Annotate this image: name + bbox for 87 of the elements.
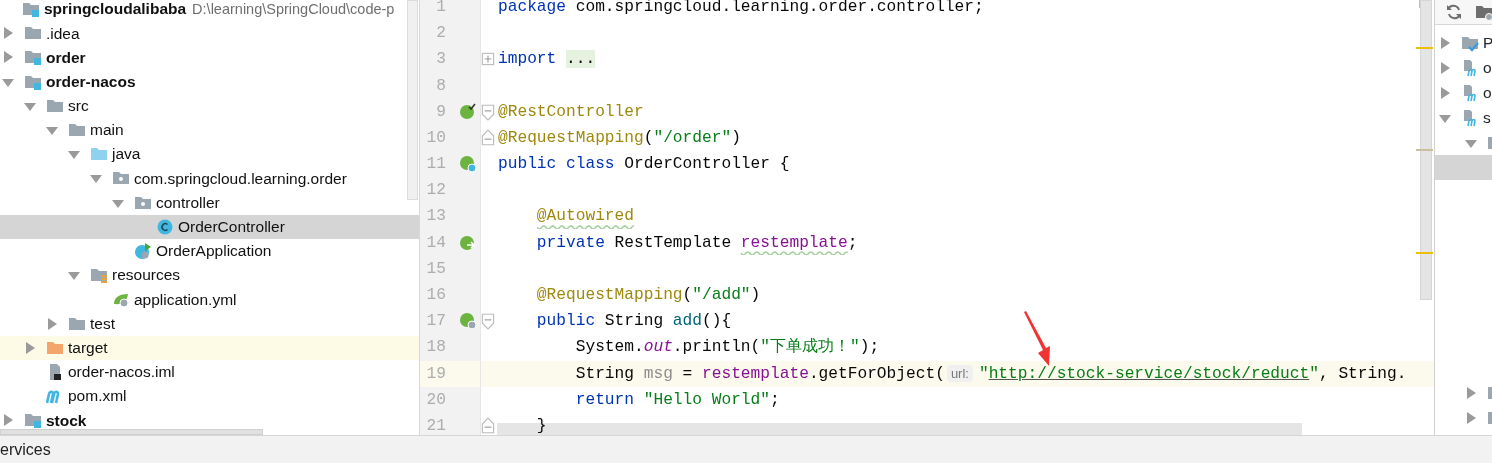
collapse-arrow-icon[interactable] [46, 317, 58, 330]
line-number: 13 [425, 206, 446, 228]
collapse-arrow-icon[interactable] [24, 341, 36, 354]
line-number: 11 [425, 154, 446, 176]
line-number: 1 [435, 0, 446, 18]
collapse-arrow-icon[interactable] [1465, 411, 1477, 424]
tree-item-label: order-nacos [46, 73, 136, 90]
code-line: private RestTemplate restemplate; [536, 232, 858, 254]
line-number: 9 [435, 101, 446, 123]
tree-item-label: controller [156, 194, 220, 211]
code-line: public class OrderController { [498, 154, 790, 176]
tree-item-label: order-nacos.iml [68, 364, 175, 380]
tree-item-label: OrderApplication [156, 243, 272, 259]
line-number: 15 [425, 258, 446, 280]
collapse-arrow-icon[interactable] [1439, 86, 1451, 99]
tree-item-label: target [68, 339, 108, 356]
tree-item-label: order [46, 49, 86, 66]
module-icon [24, 48, 42, 67]
collapse-arrow-icon[interactable] [1439, 61, 1451, 74]
code-line: @RestController [498, 101, 644, 123]
project-path: D:\learning\SpringCloud\code-p [192, 1, 395, 17]
folder-icon [90, 266, 108, 285]
code-line: @RequestMapping("/order") [498, 127, 741, 149]
expand-arrow-icon[interactable] [46, 124, 58, 137]
expand-arrow-icon[interactable] [90, 172, 102, 185]
tree-item-label: src [68, 98, 89, 114]
expand-arrow-icon[interactable] [68, 148, 80, 161]
tree-item-label: stock [46, 412, 87, 429]
parameter-hint: url: [946, 364, 973, 382]
collapse-arrow-icon[interactable] [1465, 386, 1477, 399]
url-link[interactable]: http://stock-service/stock/reduct [988, 364, 1310, 383]
tree-item-label: OrderController [178, 219, 285, 235]
tool-window-tab[interactable]: ervices [0, 437, 51, 462]
tree-item-label: test [90, 315, 115, 332]
tree-item-label: main [90, 122, 124, 138]
tree-item-label: springcloudalibaba [44, 1, 187, 17]
tree-item-label: P [1483, 34, 1492, 51]
highlighted-row[interactable]: target [0, 335, 419, 360]
line-number: 18 [425, 337, 446, 359]
module-icon [22, 0, 40, 19]
scrollbar[interactable] [0, 429, 263, 435]
line-number: 20 [425, 389, 446, 411]
code-line: @Autowired [536, 206, 634, 228]
module-icon [24, 411, 42, 430]
line-number: 21 [425, 415, 446, 435]
code-line: @RequestMapping("/add") [536, 285, 761, 306]
code-line: } [536, 415, 547, 435]
tree-item-label: s [1483, 109, 1491, 126]
line-number: 14 [425, 232, 446, 254]
code-line: System.out.println("下单成功！"); [575, 337, 880, 359]
maven-icon [1461, 58, 1479, 77]
tree-item-label: pom.xml [68, 388, 127, 404]
tree-item-label: com.springcloud.learning.order [134, 170, 347, 187]
line-number: 16 [425, 285, 446, 306]
collapse-arrow-icon[interactable] [2, 27, 14, 40]
line-number: 10 [425, 127, 446, 149]
bean-icon[interactable] [459, 102, 477, 121]
line-number: 12 [425, 180, 446, 202]
code-line: public String add(){ [536, 311, 732, 333]
line-number: 2 [435, 23, 446, 45]
code-line: package com.springcloud.learning.order.controller; [498, 0, 984, 18]
maven-icon [1461, 108, 1479, 127]
expand-arrow-icon[interactable] [68, 269, 80, 282]
code-line: import ... [498, 49, 596, 71]
tree-item-label: .idea [46, 25, 80, 42]
refresh-icon[interactable] [1445, 3, 1463, 21]
line-number: 3 [435, 49, 446, 71]
tree-item-label: o [1483, 84, 1492, 101]
tree-item-label: resources [112, 267, 181, 283]
line-number: 8 [435, 75, 446, 97]
class-icon [156, 217, 174, 236]
collapse-arrow-icon[interactable] [2, 414, 14, 427]
line-number: 17 [425, 311, 446, 333]
scrollbar[interactable] [407, 0, 418, 200]
tree-item-label: o [1483, 59, 1492, 76]
maven-icon [1461, 83, 1479, 102]
code-line: return "Hello World"; [575, 389, 780, 411]
folder-icon[interactable] [1475, 3, 1492, 21]
collapse-arrow-icon[interactable] [1439, 36, 1451, 49]
selected-row[interactable]: OrderController [0, 214, 419, 239]
scrollbar[interactable] [1420, 0, 1432, 300]
tree-item-label: application.yml [134, 291, 237, 308]
code-line: String msg = restemplate.getForObject( url: "http://stock-service/stock/reduct", String. [575, 363, 1407, 385]
collapse-arrow-icon[interactable] [2, 51, 14, 64]
line-number: 19 [425, 363, 446, 385]
class-icon [134, 241, 152, 260]
tree-item-label: java [112, 146, 141, 162]
